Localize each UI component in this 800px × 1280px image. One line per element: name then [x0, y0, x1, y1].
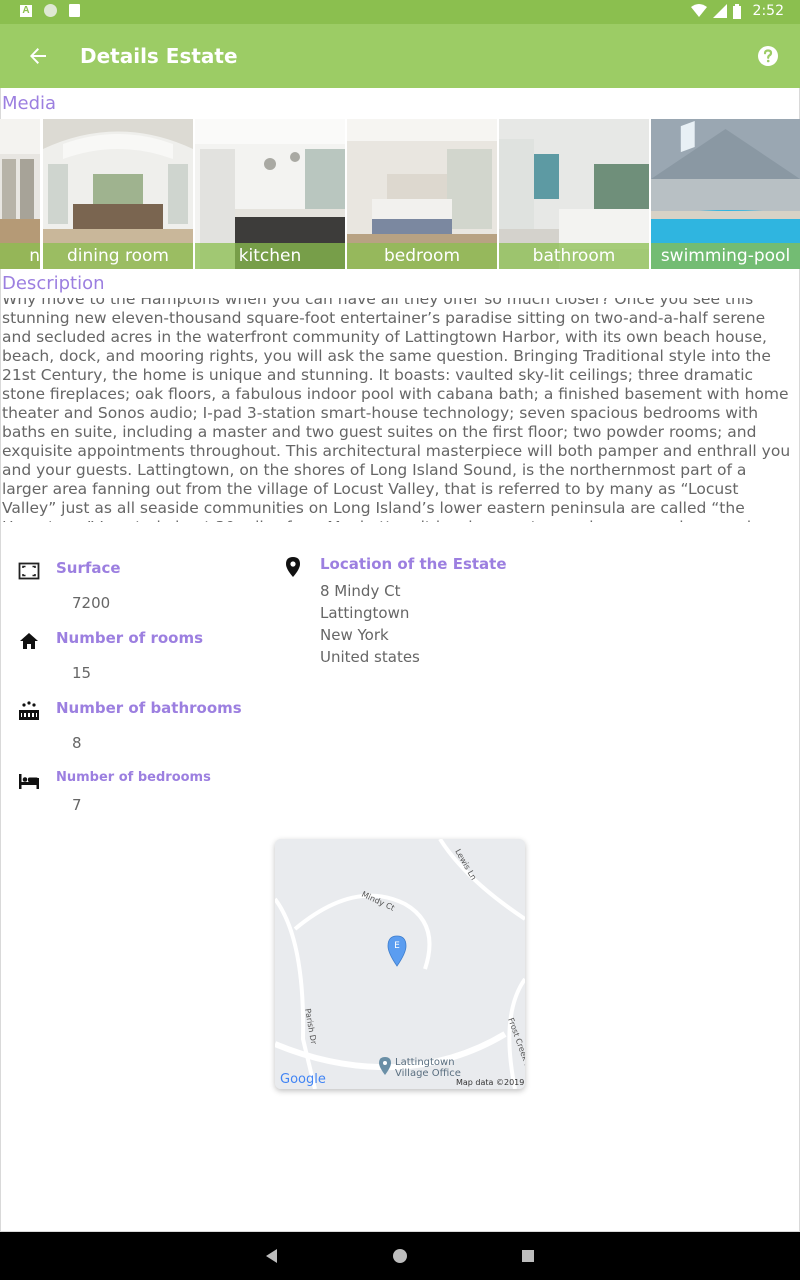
rooms-label: Number of rooms	[56, 629, 204, 647]
surface-label: Surface	[56, 559, 121, 577]
map-view[interactable]: Lewis Ln Mindy Ct Parish Dr Frost Creek …	[275, 839, 525, 1089]
address-state: New York	[320, 626, 389, 644]
page-title: Details Estate	[80, 44, 238, 68]
location-title: Location of the Estate	[320, 555, 507, 573]
signal-icon	[712, 4, 727, 18]
location-pin-icon	[286, 557, 300, 577]
media-gallery[interactable]: n dining room kitchen bedroom bathroom s…	[0, 119, 800, 269]
media-caption: n	[0, 243, 40, 269]
nav-recents-icon[interactable]	[518, 1246, 538, 1266]
help-icon	[758, 46, 778, 66]
media-item-pool[interactable]: swimming-pool	[651, 119, 800, 269]
circle-icon	[44, 4, 57, 17]
bed-icon	[19, 774, 39, 789]
description-body: Why move to the Hamptons when you can ha…	[2, 298, 791, 522]
bathrooms-value: 8	[72, 734, 82, 752]
description-title: Description	[2, 273, 105, 294]
app-bar: Details Estate	[0, 24, 800, 88]
media-item-dining-room[interactable]: dining room	[43, 119, 193, 269]
a-icon: A	[20, 4, 32, 17]
status-bar: A 2:52	[0, 0, 800, 24]
media-item-living-room[interactable]: n	[0, 119, 40, 269]
marker-label: E	[394, 941, 400, 951]
media-item-kitchen[interactable]: kitchen	[195, 119, 345, 269]
rooms-value: 15	[72, 664, 92, 682]
map-canvas[interactable]: Lewis Ln Mindy Ct Parish Dr Frost Creek …	[275, 839, 525, 1089]
nav-back-icon[interactable]	[262, 1246, 282, 1266]
bathrooms-label: Number of bathrooms	[56, 699, 242, 717]
media-caption: bathroom	[499, 243, 649, 269]
help-button[interactable]	[756, 44, 780, 68]
back-arrow-icon	[30, 48, 46, 64]
media-caption: kitchen	[195, 243, 345, 269]
address-street: 8 Mindy Ct	[320, 582, 401, 600]
nav-home-icon[interactable]	[390, 1246, 410, 1266]
system-nav-bar	[0, 1232, 800, 1280]
bedrooms-label: Number of bedrooms	[56, 770, 211, 785]
address-city: Lattingtown	[320, 604, 410, 622]
media-caption: bedroom	[347, 243, 497, 269]
poi-label-line2: Village Office	[395, 1068, 461, 1079]
media-item-bathroom[interactable]: bathroom	[499, 119, 649, 269]
bedrooms-value: 7	[72, 796, 82, 814]
media-title: Media	[2, 93, 57, 114]
address-country: United states	[320, 648, 420, 666]
surface-value: 7200	[72, 594, 111, 612]
media-caption: dining room	[43, 243, 193, 269]
description-text[interactable]: Why move to the Hamptons when you can ha…	[2, 298, 792, 522]
back-button[interactable]	[18, 36, 58, 76]
sd-card-icon	[69, 4, 80, 17]
surface-icon	[18, 562, 40, 580]
media-item-bedroom[interactable]: bedroom	[347, 119, 497, 269]
poi-label-line1: Lattingtown	[395, 1057, 455, 1068]
wifi-icon	[690, 4, 707, 17]
media-caption: swimming-pool	[651, 243, 800, 269]
home-icon	[20, 633, 38, 649]
bathtub-icon	[19, 701, 39, 720]
battery-icon	[732, 3, 741, 19]
clock: 2:52	[752, 3, 784, 19]
google-logo: Google	[280, 1072, 326, 1087]
map-attribution: Map data ©2019	[456, 1078, 524, 1087]
